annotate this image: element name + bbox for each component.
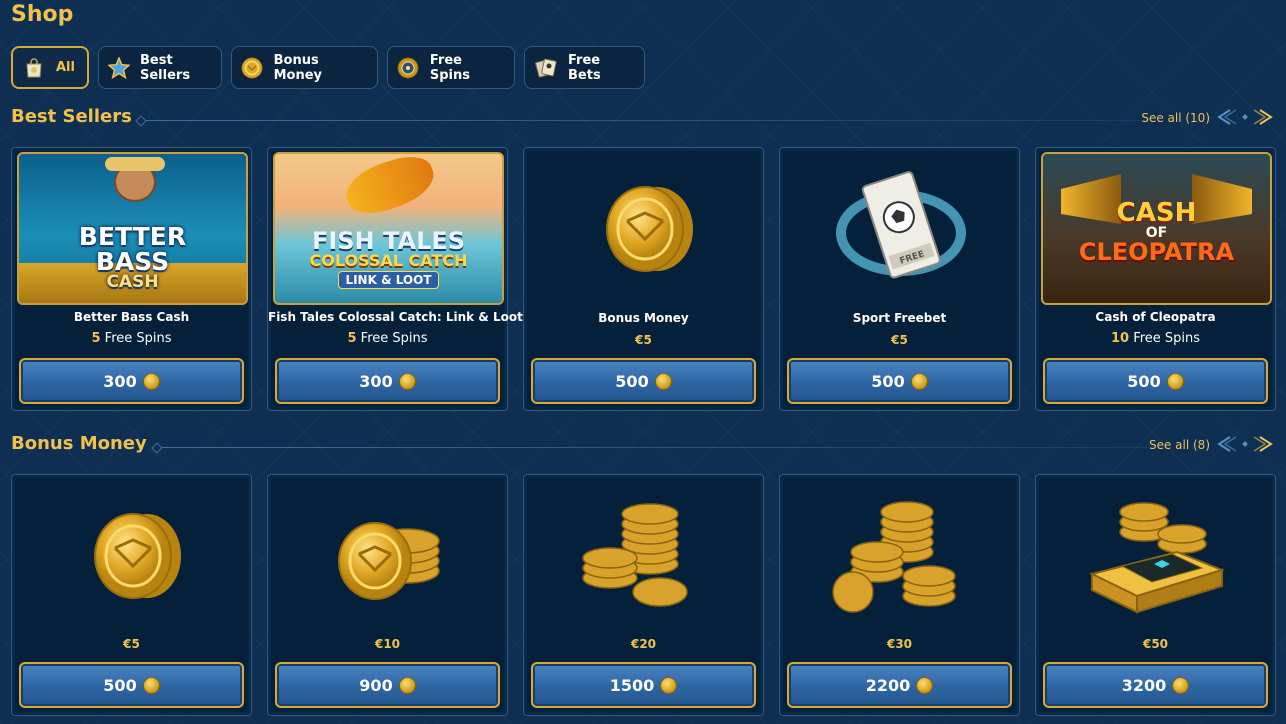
coin-stack-image <box>17 479 248 629</box>
coin-icon <box>142 372 160 390</box>
product-card[interactable]: €30 2200 <box>779 474 1020 716</box>
buy-button[interactable]: 500 <box>19 662 244 708</box>
tab-free-bets[interactable]: Free Bets <box>524 46 645 89</box>
buy-button[interactable]: 300 <box>275 358 500 404</box>
tab-label: Best Sellers <box>140 52 191 83</box>
star-icon <box>108 56 130 80</box>
prev-arrow-icon[interactable] <box>1216 435 1238 453</box>
game-logo-text: CLEOPATRA <box>1078 237 1235 266</box>
bet-ticket-icon <box>534 56 558 80</box>
divider <box>141 120 1141 121</box>
best-sellers-list: BETTER BASS CASH Better Bass Cash 5 Free… <box>11 147 1276 411</box>
coin-icon <box>660 676 678 694</box>
tab-label: Free Bets <box>568 52 601 83</box>
product-name: Better Bass Cash <box>73 310 190 324</box>
carousel-arrows <box>1216 435 1274 453</box>
bonus-money-header: Bonus Money See all (8) <box>11 433 1274 463</box>
dot-icon <box>1242 114 1248 120</box>
product-name: Bonus Money <box>598 311 689 325</box>
best-sellers-header: Best Sellers See all (10) <box>11 106 1274 136</box>
coin-icon <box>916 676 934 694</box>
tab-bonus-money[interactable]: Bonus Money <box>231 46 378 89</box>
coin-icon <box>241 56 264 80</box>
coin-stack-image <box>529 479 760 629</box>
category-tabs: All Best Sellers Bonus Money Free Spins … <box>11 46 645 89</box>
prev-arrow-icon[interactable] <box>1216 108 1238 126</box>
cash-stack-image <box>1041 479 1272 629</box>
product-card[interactable]: €20 1500 <box>523 474 764 716</box>
carousel-arrows <box>1216 108 1274 126</box>
spin-coin-icon <box>397 56 420 80</box>
product-card[interactable]: €10 900 <box>267 474 508 716</box>
product-name: Sport Freebet <box>852 311 947 325</box>
product-card[interactable]: CASH OF CLEOPATRA Cash of Cleopatra 10 F… <box>1035 147 1276 411</box>
product-amount: €5 <box>635 333 652 347</box>
product-amount: €20 <box>630 637 657 651</box>
game-thumbnail: BETTER BASS CASH <box>17 152 248 305</box>
shopping-bag-icon <box>22 56 46 80</box>
see-all-link[interactable]: See all (10) <box>1141 111 1210 125</box>
next-arrow-icon[interactable] <box>1252 108 1274 126</box>
coin-icon <box>654 372 672 390</box>
buy-button[interactable]: 300 <box>19 358 244 404</box>
product-amount: €5 <box>891 333 908 347</box>
buy-button[interactable]: 1500 <box>531 662 756 708</box>
product-card[interactable]: FREE Sport Freebet €5 500 <box>779 147 1020 411</box>
product-name: Fish Tales Colossal Catch: Link & Loot <box>268 310 523 324</box>
game-logo-text: BASS <box>95 247 170 276</box>
bonus-money-list: €5 500 €10 900 €20 1500 €30 2200 €50 320… <box>11 474 1276 716</box>
product-reward: 10 Free Spins <box>1110 331 1201 346</box>
tab-label: Bonus Money <box>273 52 323 83</box>
coin-icon <box>1172 676 1190 694</box>
product-card[interactable]: €5 500 <box>11 474 252 716</box>
game-logo-text: CASH <box>1116 197 1197 228</box>
divider <box>157 447 1147 448</box>
game-logo-text: FISH TALES <box>311 226 466 255</box>
product-name: Cash of Cleopatra <box>1095 310 1216 324</box>
buy-button[interactable]: 2200 <box>787 662 1012 708</box>
coin-icon <box>1166 372 1184 390</box>
next-arrow-icon[interactable] <box>1252 435 1274 453</box>
section-title: Best Sellers <box>11 106 132 127</box>
dot-icon <box>1242 441 1248 447</box>
section-title: Bonus Money <box>11 433 147 454</box>
buy-button[interactable]: 900 <box>275 662 500 708</box>
coin-stack-image <box>529 152 760 302</box>
tab-label: All <box>56 60 75 75</box>
coin-stack-image <box>273 479 504 629</box>
buy-button[interactable]: 500 <box>531 358 756 404</box>
product-card[interactable]: BETTER BASS CASH Better Bass Cash 5 Free… <box>11 147 252 411</box>
coin-stack-image <box>785 479 1016 629</box>
page-title: Shop <box>11 2 74 27</box>
tab-best-sellers[interactable]: Best Sellers <box>98 46 222 89</box>
coin-icon <box>910 372 928 390</box>
tab-free-spins[interactable]: Free Spins <box>387 46 515 89</box>
product-card[interactable]: €50 3200 <box>1035 474 1276 716</box>
game-thumbnail: CASH OF CLEOPATRA <box>1041 152 1272 305</box>
buy-button[interactable]: 3200 <box>1043 662 1268 708</box>
game-logo-text: LINK & LOOT <box>338 270 439 289</box>
game-logo-text: BETTER <box>78 222 187 251</box>
game-thumbnail: FISH TALES COLOSSAL CATCH LINK & LOOT <box>273 152 504 305</box>
tab-label: Free Spins <box>429 52 470 83</box>
product-card[interactable]: Bonus Money €5 500 <box>523 147 764 411</box>
coin-icon <box>398 676 416 694</box>
coin-icon <box>398 372 416 390</box>
product-card[interactable]: FISH TALES COLOSSAL CATCH LINK & LOOT Fi… <box>267 147 523 411</box>
coin-icon <box>142 676 160 694</box>
tab-all[interactable]: All <box>11 46 89 89</box>
freebet-ticket-image: FREE <box>785 152 1016 302</box>
game-logo-text: COLOSSAL CATCH <box>309 250 468 270</box>
product-reward: 5 Free Spins <box>347 331 428 346</box>
product-amount: €30 <box>886 637 913 651</box>
buy-button[interactable]: 500 <box>787 358 1012 404</box>
product-amount: €50 <box>1142 637 1169 651</box>
product-amount: €5 <box>123 637 140 651</box>
buy-button[interactable]: 500 <box>1043 358 1268 404</box>
game-logo-text: CASH <box>106 272 159 292</box>
product-amount: €10 <box>374 637 401 651</box>
product-reward: 5 Free Spins <box>91 331 172 346</box>
see-all-link[interactable]: See all (8) <box>1149 438 1210 452</box>
